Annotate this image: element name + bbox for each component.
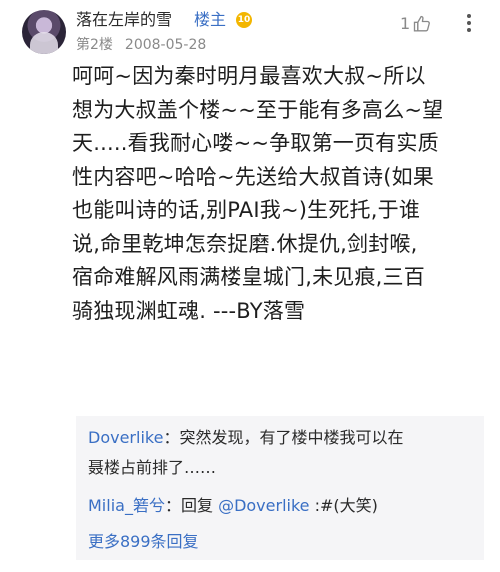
floor-number: 第2楼 <box>76 37 113 53</box>
reply-mention[interactable]: @Doverlike <box>218 496 309 515</box>
reply-text: 聂楼占前排了…… <box>88 458 217 477</box>
more-dots-icon[interactable] <box>458 12 480 34</box>
post-body-line: 天.....看我耐心喽~~争取第一页有实质 <box>72 131 439 155</box>
reply-separator: ： <box>164 496 181 515</box>
reply-author[interactable]: Milia_箬兮 <box>88 496 165 515</box>
level-badge-icon: 10 <box>236 12 252 28</box>
post-body-line: 骑独现渊虹魂. ---BY落雪 <box>72 298 306 323</box>
thumb-up-icon[interactable] <box>412 14 432 34</box>
username[interactable]: 落在左岸的雪 <box>76 10 172 30</box>
reply-list: Doverlike：突然发现，有了楼中楼我可以在 聂楼占前排了…… Milia_… <box>76 416 484 560</box>
like-count: 1 <box>400 14 411 33</box>
post-meta: 第2楼 2008-05-28 <box>76 36 206 54</box>
reply-separator: ： <box>163 428 180 447</box>
reply-text: :#(大笑) <box>309 496 378 515</box>
reply-text: 突然发现，有了楼中楼我可以在 <box>179 428 404 447</box>
reply-item[interactable]: Milia_箬兮：回复 @Doverlike :#(大笑) <box>88 492 378 520</box>
avatar[interactable] <box>22 10 66 54</box>
reply-prefix: 回复 <box>180 496 219 515</box>
reply-item-continued[interactable]: 聂楼占前排了…… <box>88 454 216 482</box>
post-body-line: 呵呵~因为秦时明月最喜欢大叔~所以 <box>72 64 426 88</box>
post-date: 2008-05-28 <box>124 37 207 53</box>
post-body: 呵呵~因为秦时明月最喜欢大叔~所以 想为大叔盖个楼~~至于能有多高么~望 天..… <box>72 60 482 328</box>
owner-tag: 楼主 <box>194 10 227 29</box>
more-replies-link[interactable]: 更多899条回复 <box>88 528 199 556</box>
post-body-line: 也能叫诗的话,别PAI我~)生死托,于谁 <box>72 198 421 222</box>
post-body-line: 宿命难解风雨满楼皇城门,未见痕,三百 <box>72 265 425 289</box>
post-body-line: 想为大叔盖个楼~~至于能有多高么~望 <box>72 97 444 122</box>
post-body-line: 性内容吧~哈哈~先送给大叔首诗(如果 <box>72 164 434 189</box>
reply-item[interactable]: Doverlike：突然发现，有了楼中楼我可以在 <box>88 424 403 452</box>
post-body-line: 说,命里乾坤怎奈捉磨.休提仇,剑封喉, <box>72 231 418 256</box>
reply-author[interactable]: Doverlike <box>88 428 163 447</box>
